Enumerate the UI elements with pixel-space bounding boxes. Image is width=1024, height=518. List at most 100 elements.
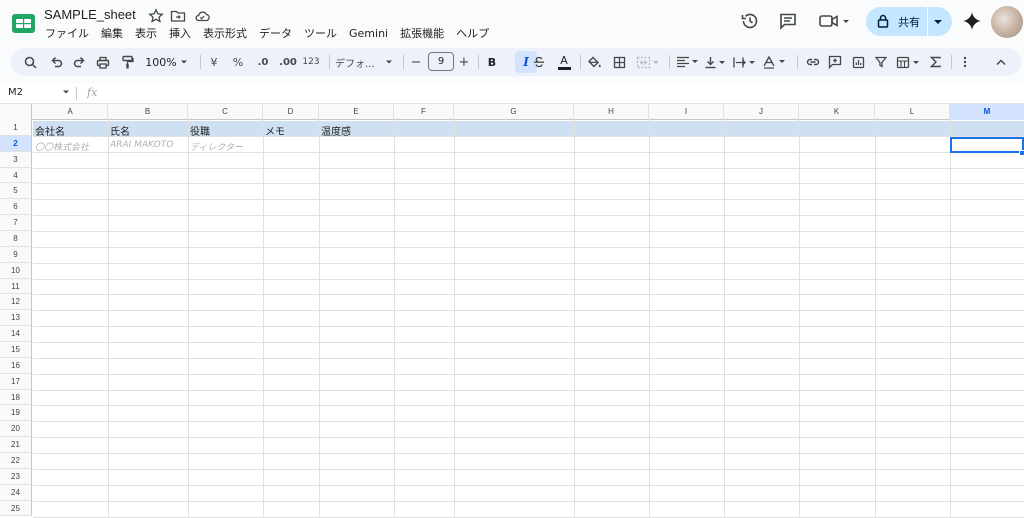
menu-data[interactable]: データ (259, 27, 292, 43)
column-header-j[interactable]: J (724, 104, 799, 120)
row-header-11[interactable]: 11 (0, 278, 32, 295)
column-header-d[interactable]: D (263, 104, 319, 120)
column-header-i[interactable]: I (649, 104, 724, 120)
percent-format-button[interactable]: % (230, 52, 246, 72)
font-dropdown-icon[interactable] (384, 52, 394, 72)
row-header-22[interactable]: 22 (0, 453, 32, 469)
row-header-10[interactable]: 10 (0, 262, 32, 279)
star-icon[interactable] (148, 8, 164, 24)
cell-b2[interactable]: ARAI MAKOTO (110, 140, 187, 150)
undo-icon[interactable] (47, 52, 65, 72)
print-icon[interactable] (94, 52, 112, 72)
column-header-b[interactable]: B (108, 104, 188, 120)
gemini-icon[interactable] (962, 11, 982, 31)
row-header-20[interactable]: 20 (0, 421, 32, 438)
column-header-e[interactable]: E (319, 104, 394, 120)
version-history-icon[interactable] (740, 11, 760, 31)
row-header-16[interactable]: 16 (0, 357, 32, 374)
filter-icon[interactable] (873, 52, 889, 72)
menu-edit[interactable]: 編集 (101, 27, 123, 43)
column-header-l[interactable]: L (875, 104, 950, 120)
name-box[interactable]: M2 (8, 87, 23, 98)
decrease-decimal-button[interactable]: .0 (254, 52, 272, 72)
menu-gemini[interactable]: Gemini (349, 27, 388, 43)
row-header-3[interactable]: 3 (0, 151, 32, 168)
user-avatar[interactable] (991, 6, 1023, 38)
font-size-increase-button[interactable]: + (458, 52, 470, 72)
fill-handle[interactable] (1019, 150, 1024, 156)
share-button[interactable]: 共有 (866, 7, 952, 36)
insert-chart-icon[interactable] (849, 52, 867, 72)
column-header-a[interactable]: A (33, 104, 108, 120)
menu-file[interactable]: ファイル (45, 27, 89, 43)
zoom-value[interactable]: 100% (145, 52, 177, 72)
functions-icon[interactable] (927, 52, 943, 72)
column-header-k[interactable]: K (799, 104, 875, 120)
horizontal-align-icon[interactable] (675, 52, 701, 72)
fill-color-icon[interactable] (586, 52, 604, 72)
redo-icon[interactable] (70, 52, 88, 72)
column-header-h[interactable]: H (574, 104, 649, 120)
font-size-input[interactable]: 9 (428, 52, 454, 71)
sheets-logo-icon[interactable] (11, 11, 36, 36)
cell-c1[interactable]: 役職 (190, 123, 262, 138)
strikethrough-icon[interactable] (531, 52, 547, 72)
increase-decimal-button[interactable]: .00 (277, 52, 299, 72)
more-options-icon[interactable] (959, 52, 971, 72)
row-header-15[interactable]: 15 (0, 342, 32, 358)
paint-format-icon[interactable] (118, 52, 136, 72)
row-header-13[interactable]: 13 (0, 310, 32, 327)
column-header-c[interactable]: C (188, 104, 263, 120)
move-folder-icon[interactable] (170, 8, 186, 24)
currency-format-button[interactable]: ¥ (207, 52, 221, 72)
cloud-status-icon[interactable] (194, 8, 210, 24)
row-header-25[interactable]: 25 (0, 500, 32, 517)
menu-insert[interactable]: 挿入 (169, 27, 191, 43)
row-header-9[interactable]: 9 (0, 246, 32, 263)
row-header-24[interactable]: 24 (0, 484, 32, 501)
comments-icon[interactable] (778, 11, 798, 31)
spreadsheet-grid[interactable]: A B C D E F G H I J K L M 1 2 3 4 5 6 7 8 9 10 11 1… (0, 104, 1024, 518)
column-header-m[interactable]: M (950, 104, 1024, 120)
zoom-dropdown-icon[interactable] (179, 52, 189, 72)
search-menus-icon[interactable] (21, 52, 39, 72)
font-size-decrease-button[interactable]: − (410, 52, 422, 72)
menu-tools[interactable]: ツール (304, 27, 337, 43)
row-header-1[interactable]: 1 (0, 120, 32, 136)
menu-extensions[interactable]: 拡張機能 (400, 27, 444, 43)
filter-views-icon[interactable] (895, 52, 923, 72)
row-header-4[interactable]: 4 (0, 167, 32, 184)
number-format-button[interactable]: 123 (301, 52, 321, 72)
cell-c2[interactable]: ディレクター (190, 140, 262, 153)
insert-link-icon[interactable] (804, 52, 822, 72)
name-box-dropdown-icon[interactable] (62, 89, 70, 95)
text-rotation-icon[interactable] (761, 52, 789, 72)
collapse-menus-icon[interactable] (993, 52, 1009, 72)
menu-help[interactable]: ヘルプ (456, 27, 489, 43)
active-cell-m2[interactable] (950, 137, 1024, 153)
row-header-12[interactable]: 12 (0, 294, 32, 311)
row-header-6[interactable]: 6 (0, 199, 32, 216)
cell-e1[interactable]: 温度感 (321, 123, 393, 138)
row-header-17[interactable]: 17 (0, 373, 32, 390)
text-color-button[interactable]: A (556, 52, 572, 72)
row-header-7[interactable]: 7 (0, 215, 32, 232)
meet-video-icon[interactable] (818, 11, 852, 31)
cell-a2[interactable]: 〇〇株式会社 (35, 140, 107, 153)
column-header-g[interactable]: G (454, 104, 574, 120)
insert-comment-icon[interactable] (826, 52, 844, 72)
row-header-5[interactable]: 5 (0, 183, 32, 200)
cell-d1[interactable]: メモ (265, 123, 318, 138)
menu-view[interactable]: 表示 (135, 27, 157, 43)
formula-input[interactable] (110, 86, 1010, 101)
row-header-21[interactable]: 21 (0, 437, 32, 454)
font-family-select[interactable]: デフォ... (335, 52, 381, 72)
column-header-f[interactable]: F (394, 104, 454, 120)
document-title[interactable]: SAMPLE_sheet (44, 7, 136, 22)
row-header-23[interactable]: 23 (0, 468, 32, 485)
row-header-19[interactable]: 19 (0, 405, 32, 422)
cell-a1[interactable]: 会社名 (35, 123, 107, 138)
share-dropdown-icon[interactable] (933, 18, 943, 26)
borders-icon[interactable] (610, 52, 628, 72)
row-header-2[interactable]: 2 (0, 135, 32, 152)
